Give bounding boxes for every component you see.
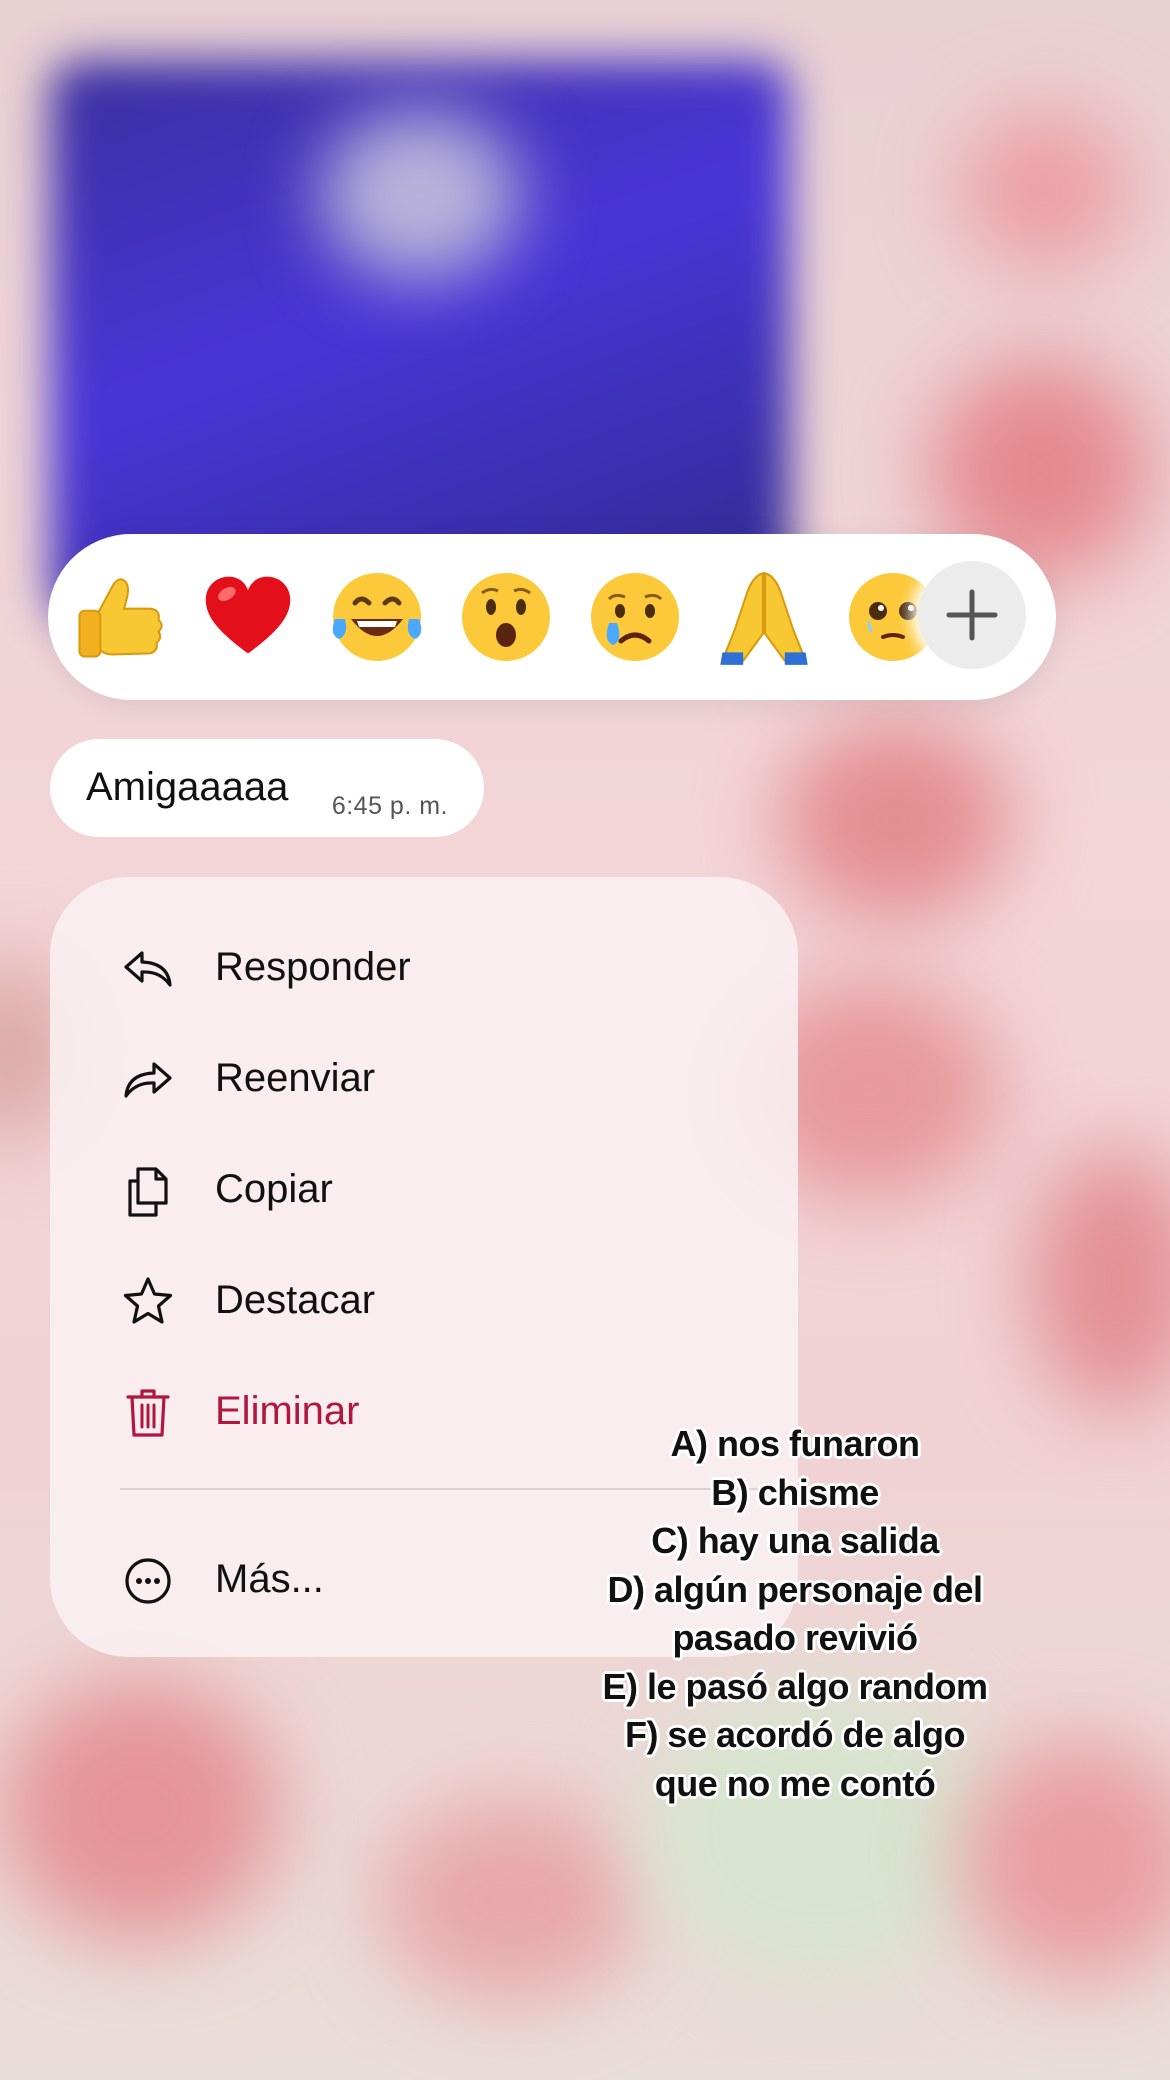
background-strawberry (960, 110, 1130, 270)
menu-item-label: Responder (215, 945, 411, 989)
caption-line: C) hay una salida (651, 1520, 939, 1561)
copy-icon (128, 1167, 168, 1217)
more-reactions-button[interactable] (918, 561, 1026, 669)
reaction-crying-face[interactable] (580, 564, 690, 670)
menu-item-reply[interactable]: Responder (50, 911, 798, 1011)
message-text: Amigaaaaa (86, 765, 289, 809)
caption-line: D) algún personaje del (607, 1568, 983, 1610)
more-options-icon (125, 1558, 171, 1604)
reply-icon (124, 951, 172, 987)
plus-icon (946, 589, 998, 641)
thumbs-up-icon (78, 578, 163, 658)
background-strawberry (1030, 1150, 1170, 1410)
blurred-photo-highlight (320, 110, 520, 280)
menu-item-label: Reenviar (215, 1056, 376, 1100)
caption-line: A) nos funaron (670, 1423, 920, 1464)
reaction-tears-of-joy[interactable] (322, 564, 432, 670)
menu-item-label: Más... (215, 1557, 324, 1601)
background-strawberry (780, 720, 1010, 920)
menu-item-forward[interactable]: Reenviar (50, 1022, 798, 1122)
folded-hands-icon (720, 572, 808, 665)
trash-icon (126, 1389, 170, 1437)
star-icon (123, 1277, 173, 1324)
message-timestamp: 6:45 p. m. (331, 792, 448, 820)
caption-line: pasado revivió (672, 1617, 918, 1658)
message-bubble[interactable]: Amigaaaaa 6:45 p. m. (50, 739, 484, 837)
menu-item-star[interactable]: Destacar (50, 1244, 798, 1344)
heart-icon (205, 576, 291, 654)
caption-line: F) se acordó de algo (624, 1714, 966, 1755)
forward-icon (124, 1062, 172, 1098)
menu-item-copy[interactable]: Copiar (50, 1133, 798, 1233)
reaction-surprised-face[interactable] (451, 564, 561, 670)
reaction-folded-hands[interactable] (709, 564, 819, 670)
menu-item-label: Eliminar (215, 1389, 360, 1433)
caption-line: que no me contó (654, 1762, 936, 1804)
menu-item-label: Copiar (215, 1167, 333, 1211)
background-strawberry (380, 1800, 640, 2000)
background-strawberry (0, 1680, 280, 1940)
overlay-caption: A) nos funaron B) chisme C) hay una sali… (560, 1420, 1030, 1808)
caption-line: B) chisme (711, 1471, 879, 1513)
surprised-face-icon (462, 573, 550, 661)
crying-face-icon (591, 573, 679, 661)
menu-item-label: Destacar (215, 1278, 376, 1322)
reaction-red-heart[interactable] (193, 564, 303, 670)
reaction-bar (48, 534, 1056, 700)
reaction-thumbs-up[interactable] (64, 564, 174, 670)
caption-line: E) le pasó algo random (602, 1665, 988, 1707)
tears-of-joy-icon (332, 573, 422, 661)
